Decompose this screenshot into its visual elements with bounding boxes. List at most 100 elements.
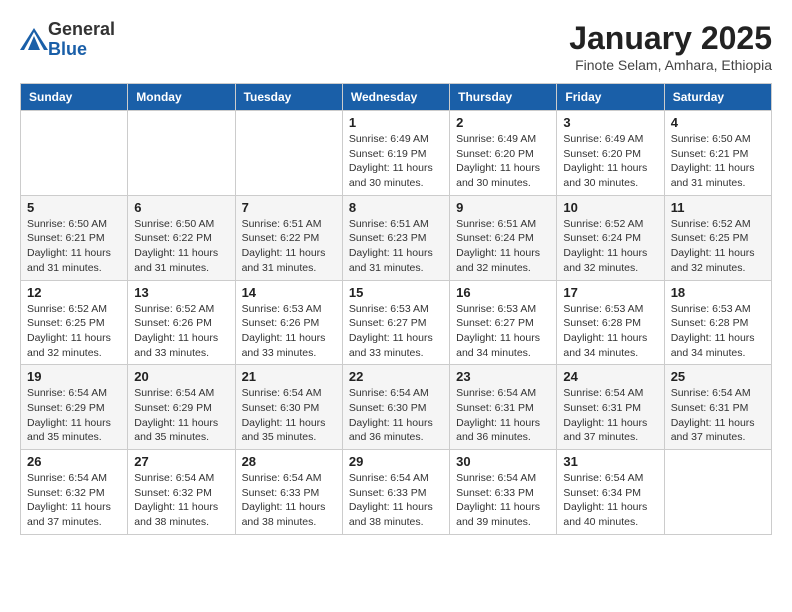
page-header: General Blue January 2025 Finote Selam, … bbox=[20, 20, 772, 73]
day-number: 20 bbox=[134, 369, 228, 384]
day-number: 2 bbox=[456, 115, 550, 130]
day-number: 28 bbox=[242, 454, 336, 469]
day-number: 21 bbox=[242, 369, 336, 384]
calendar-cell: 23Sunrise: 6:54 AMSunset: 6:31 PMDayligh… bbox=[450, 365, 557, 450]
weekday-header-wednesday: Wednesday bbox=[342, 84, 449, 111]
calendar-cell: 25Sunrise: 6:54 AMSunset: 6:31 PMDayligh… bbox=[664, 365, 771, 450]
calendar-cell: 21Sunrise: 6:54 AMSunset: 6:30 PMDayligh… bbox=[235, 365, 342, 450]
calendar-week-5: 26Sunrise: 6:54 AMSunset: 6:32 PMDayligh… bbox=[21, 450, 772, 535]
day-info: Sunrise: 6:52 AMSunset: 6:25 PMDaylight:… bbox=[671, 217, 765, 276]
day-number: 5 bbox=[27, 200, 121, 215]
day-number: 29 bbox=[349, 454, 443, 469]
day-info: Sunrise: 6:52 AMSunset: 6:26 PMDaylight:… bbox=[134, 302, 228, 361]
calendar-table: SundayMondayTuesdayWednesdayThursdayFrid… bbox=[20, 83, 772, 535]
day-info: Sunrise: 6:53 AMSunset: 6:28 PMDaylight:… bbox=[563, 302, 657, 361]
day-number: 19 bbox=[27, 369, 121, 384]
calendar-cell bbox=[21, 111, 128, 196]
calendar-cell bbox=[235, 111, 342, 196]
day-number: 24 bbox=[563, 369, 657, 384]
day-info: Sunrise: 6:49 AMSunset: 6:20 PMDaylight:… bbox=[456, 132, 550, 191]
day-number: 6 bbox=[134, 200, 228, 215]
calendar-cell: 15Sunrise: 6:53 AMSunset: 6:27 PMDayligh… bbox=[342, 280, 449, 365]
calendar-week-4: 19 Sunrise: 6:54 AMSunset: 6:29 PMDayligh… bbox=[21, 365, 772, 450]
day-info: Sunrise: 6:54 AMSunset: 6:30 PMDaylight:… bbox=[349, 386, 443, 445]
calendar-cell: 16Sunrise: 6:53 AMSunset: 6:27 PMDayligh… bbox=[450, 280, 557, 365]
day-info: Sunrise: 6:54 AMSunset: 6:29 PMDaylight:… bbox=[134, 386, 228, 445]
weekday-header-tuesday: Tuesday bbox=[235, 84, 342, 111]
logo-blue: Blue bbox=[48, 40, 115, 60]
calendar-cell: 24Sunrise: 6:54 AMSunset: 6:31 PMDayligh… bbox=[557, 365, 664, 450]
calendar-cell: 2 Sunrise: 6:49 AMSunset: 6:20 PMDaylight… bbox=[450, 111, 557, 196]
day-info: Sunrise: 6:54 AMSunset: 6:32 PMDaylight:… bbox=[27, 471, 121, 530]
day-number: 30 bbox=[456, 454, 550, 469]
day-number: 17 bbox=[563, 285, 657, 300]
logo: General Blue bbox=[20, 20, 115, 60]
day-number: 15 bbox=[349, 285, 443, 300]
day-info: Sunrise: 6:52 AMSunset: 6:25 PMDaylight:… bbox=[27, 302, 121, 361]
calendar-cell: 13 Sunrise: 6:52 AMSunset: 6:26 PMDayligh… bbox=[128, 280, 235, 365]
weekday-header-thursday: Thursday bbox=[450, 84, 557, 111]
title-block: January 2025 Finote Selam, Amhara, Ethio… bbox=[569, 20, 772, 73]
calendar-cell: 9Sunrise: 6:51 AMSunset: 6:24 PMDaylight… bbox=[450, 195, 557, 280]
calendar-cell: 7 Sunrise: 6:51 AMSunset: 6:22 PMDaylight… bbox=[235, 195, 342, 280]
day-number: 23 bbox=[456, 369, 550, 384]
day-number: 7 bbox=[242, 200, 336, 215]
day-info: Sunrise: 6:54 AMSunset: 6:33 PMDaylight:… bbox=[349, 471, 443, 530]
calendar-week-2: 5 Sunrise: 6:50 AMSunset: 6:21 PMDaylight… bbox=[21, 195, 772, 280]
calendar-cell: 10Sunrise: 6:52 AMSunset: 6:24 PMDayligh… bbox=[557, 195, 664, 280]
calendar-cell: 8 Sunrise: 6:51 AMSunset: 6:23 PMDaylight… bbox=[342, 195, 449, 280]
day-number: 27 bbox=[134, 454, 228, 469]
day-info: Sunrise: 6:53 AMSunset: 6:27 PMDaylight:… bbox=[456, 302, 550, 361]
day-info: Sunrise: 6:51 AMSunset: 6:24 PMDaylight:… bbox=[456, 217, 550, 276]
calendar-week-1: 1 Sunrise: 6:49 AMSunset: 6:19 PMDaylight… bbox=[21, 111, 772, 196]
day-number: 8 bbox=[349, 200, 443, 215]
day-info: Sunrise: 6:51 AMSunset: 6:22 PMDaylight:… bbox=[242, 217, 336, 276]
day-number: 10 bbox=[563, 200, 657, 215]
day-number: 1 bbox=[349, 115, 443, 130]
day-number: 12 bbox=[27, 285, 121, 300]
calendar-cell: 20 Sunrise: 6:54 AMSunset: 6:29 PMDayligh… bbox=[128, 365, 235, 450]
calendar-cell: 28Sunrise: 6:54 AMSunset: 6:33 PMDayligh… bbox=[235, 450, 342, 535]
day-info: Sunrise: 6:54 AMSunset: 6:33 PMDaylight:… bbox=[456, 471, 550, 530]
day-number: 18 bbox=[671, 285, 765, 300]
calendar-cell: 1 Sunrise: 6:49 AMSunset: 6:19 PMDaylight… bbox=[342, 111, 449, 196]
calendar-cell bbox=[664, 450, 771, 535]
weekday-header-row: SundayMondayTuesdayWednesdayThursdayFrid… bbox=[21, 84, 772, 111]
calendar-cell: 26Sunrise: 6:54 AMSunset: 6:32 PMDayligh… bbox=[21, 450, 128, 535]
day-info: Sunrise: 6:54 AMSunset: 6:32 PMDaylight:… bbox=[134, 471, 228, 530]
calendar-cell: 6 Sunrise: 6:50 AMSunset: 6:22 PMDaylight… bbox=[128, 195, 235, 280]
weekday-header-saturday: Saturday bbox=[664, 84, 771, 111]
calendar-cell: 12 Sunrise: 6:52 AMSunset: 6:25 PMDayligh… bbox=[21, 280, 128, 365]
month-title: January 2025 bbox=[569, 20, 772, 57]
calendar-cell: 17 Sunrise: 6:53 AMSunset: 6:28 PMDayligh… bbox=[557, 280, 664, 365]
day-info: Sunrise: 6:51 AMSunset: 6:23 PMDaylight:… bbox=[349, 217, 443, 276]
calendar-cell: 3 Sunrise: 6:49 AMSunset: 6:20 PMDaylight… bbox=[557, 111, 664, 196]
calendar-cell: 22 Sunrise: 6:54 AMSunset: 6:30 PMDayligh… bbox=[342, 365, 449, 450]
day-info: Sunrise: 6:53 AMSunset: 6:26 PMDaylight:… bbox=[242, 302, 336, 361]
calendar-cell: 5 Sunrise: 6:50 AMSunset: 6:21 PMDaylight… bbox=[21, 195, 128, 280]
weekday-header-sunday: Sunday bbox=[21, 84, 128, 111]
day-number: 31 bbox=[563, 454, 657, 469]
calendar-cell: 27 Sunrise: 6:54 AMSunset: 6:32 PMDayligh… bbox=[128, 450, 235, 535]
day-number: 4 bbox=[671, 115, 765, 130]
calendar-cell: 29 Sunrise: 6:54 AMSunset: 6:33 PMDayligh… bbox=[342, 450, 449, 535]
logo-icon bbox=[20, 28, 44, 48]
day-info: Sunrise: 6:50 AMSunset: 6:21 PMDaylight:… bbox=[27, 217, 121, 276]
calendar-cell: 18 Sunrise: 6:53 AMSunset: 6:28 PMDayligh… bbox=[664, 280, 771, 365]
day-info: Sunrise: 6:50 AMSunset: 6:22 PMDaylight:… bbox=[134, 217, 228, 276]
day-number: 13 bbox=[134, 285, 228, 300]
calendar-cell bbox=[128, 111, 235, 196]
day-number: 11 bbox=[671, 200, 765, 215]
logo-text: General Blue bbox=[48, 20, 115, 60]
weekday-header-friday: Friday bbox=[557, 84, 664, 111]
weekday-header-monday: Monday bbox=[128, 84, 235, 111]
day-info: Sunrise: 6:53 AMSunset: 6:28 PMDaylight:… bbox=[671, 302, 765, 361]
calendar-cell: 19Sunrise: 6:54 AMSunset: 6:29 PMDayligh… bbox=[21, 365, 128, 450]
day-number: 22 bbox=[349, 369, 443, 384]
day-info: Sunrise: 6:49 AMSunset: 6:20 PMDaylight:… bbox=[563, 132, 657, 191]
calendar-week-3: 12 Sunrise: 6:52 AMSunset: 6:25 PMDayligh… bbox=[21, 280, 772, 365]
calendar-cell: 14Sunrise: 6:53 AMSunset: 6:26 PMDayligh… bbox=[235, 280, 342, 365]
day-info: Sunrise: 6:49 AMSunset: 6:19 PMDaylight:… bbox=[349, 132, 443, 191]
logo-general: General bbox=[48, 20, 115, 40]
day-number: 3 bbox=[563, 115, 657, 130]
